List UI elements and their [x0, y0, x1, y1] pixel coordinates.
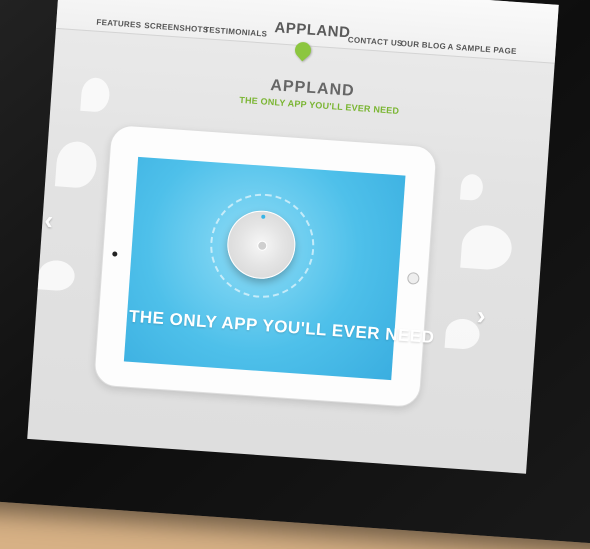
mockup-screen: THE ONLY APP YOU'LL EVER NEED [123, 156, 436, 381]
mockup-camera [112, 251, 118, 257]
tablet-mockup: THE ONLY APP YOU'LL EVER NEED [93, 123, 438, 409]
nav-screenshots[interactable]: SCREENSHOTS [144, 21, 209, 34]
nav-contact[interactable]: CONTACT US [348, 35, 403, 48]
leaf-decoration [444, 317, 481, 351]
nav-testimonials[interactable]: TESTIMONIALS [204, 25, 268, 38]
dial-indicator [261, 214, 266, 219]
prev-arrow-icon[interactable]: ‹ [43, 205, 55, 237]
leaf-decoration [459, 173, 484, 201]
nav-sample-page[interactable]: A SAMPLE PAGE [447, 42, 517, 56]
next-arrow-icon[interactable]: › [476, 300, 487, 332]
dial-center [256, 240, 268, 252]
leaf-decoration [37, 259, 76, 292]
nav-features[interactable]: FEATURES [96, 18, 141, 30]
logo-drop-icon [291, 38, 315, 62]
top-navigation: FEATURES SCREENSHOTS TESTIMONIALS APPLAN… [55, 0, 559, 64]
leaf-decoration [80, 76, 111, 113]
leaf-decoration [54, 140, 99, 189]
mockup-headline: THE ONLY APP YOU'LL EVER NEED [128, 306, 436, 347]
site-logo[interactable]: APPLAND [274, 19, 351, 41]
leaf-decoration [460, 223, 514, 272]
nav-blog[interactable]: OUR BLOG [400, 39, 446, 51]
mockup-home-button [406, 271, 420, 285]
website-screen: FEATURES SCREENSHOTS TESTIMONIALS APPLAN… [27, 0, 559, 474]
